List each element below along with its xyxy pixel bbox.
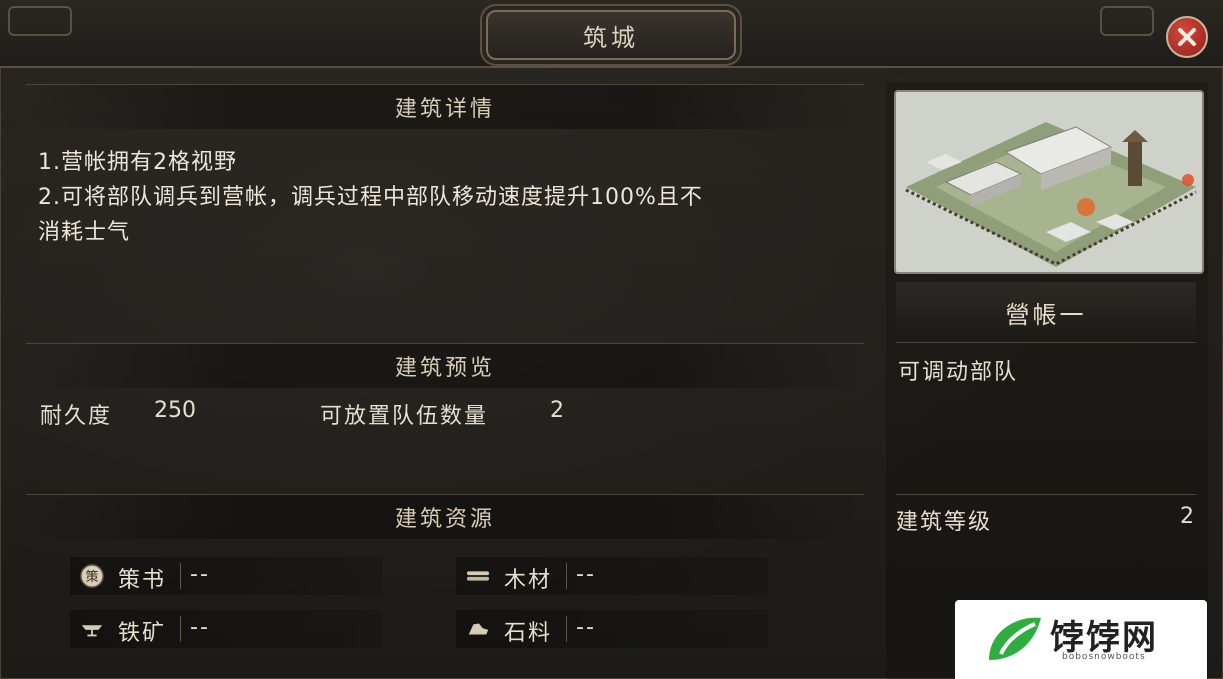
detail-line-2: 2.可将部队调兵到营帐，调兵过程中部队移动速度提升100%且不 <box>38 185 703 210</box>
camp-illustration <box>896 92 1202 272</box>
building-level-value: 2 <box>1180 504 1194 529</box>
resources-header: 建筑资源 <box>26 494 864 539</box>
detail-line-1: 1.营帐拥有2格视野 <box>38 150 237 175</box>
stone-icon <box>466 617 490 641</box>
level-divider <box>896 494 1196 495</box>
resource-divider <box>566 616 567 642</box>
resource-wood: 木材 -- <box>456 557 768 595</box>
watermark-subtext: bobosnowboots <box>1062 652 1146 662</box>
dialog-title: 筑城 <box>486 10 736 60</box>
resource-divider <box>566 563 567 589</box>
resource-name: 石料 <box>504 621 553 646</box>
capacity-label: 可放置队伍数量 <box>320 404 489 429</box>
resource-iron-ore: 铁矿 -- <box>70 610 382 648</box>
corner-ornament-right <box>1100 6 1154 36</box>
close-button[interactable] <box>1166 16 1208 58</box>
building-preview-image <box>894 90 1204 274</box>
resource-name: 铁矿 <box>118 621 167 646</box>
watermark-logo-icon <box>989 617 1041 660</box>
resource-strategy-book: 策 策书 -- <box>70 557 382 595</box>
resource-name: 木材 <box>504 568 553 593</box>
resource-stone: 石料 -- <box>456 610 768 648</box>
resource-name: 策书 <box>118 568 167 593</box>
strategy-book-icon: 策 <box>80 564 104 588</box>
building-level-label: 建筑等级 <box>896 510 993 535</box>
resource-divider <box>180 616 181 642</box>
wood-icon <box>466 564 490 588</box>
resource-value: -- <box>190 615 210 640</box>
building-name: 營帳一 <box>896 282 1196 343</box>
preview-header: 建筑预览 <box>26 343 864 388</box>
detail-line-3: 消耗士气 <box>38 220 131 245</box>
durability-label: 耐久度 <box>40 404 113 429</box>
details-header: 建筑详情 <box>26 84 864 129</box>
resource-value: -- <box>190 562 210 587</box>
corner-ornament-left <box>8 6 72 36</box>
resource-divider <box>180 563 181 589</box>
resource-value: -- <box>576 562 596 587</box>
close-icon <box>1178 28 1196 46</box>
capacity-value: 2 <box>550 398 564 423</box>
iron-ore-icon <box>80 617 104 641</box>
resource-value: -- <box>576 615 596 640</box>
durability-value: 250 <box>154 398 196 423</box>
strategy-book-icon-glyph: 策 <box>85 569 98 585</box>
building-function: 可调动部队 <box>898 360 1019 385</box>
